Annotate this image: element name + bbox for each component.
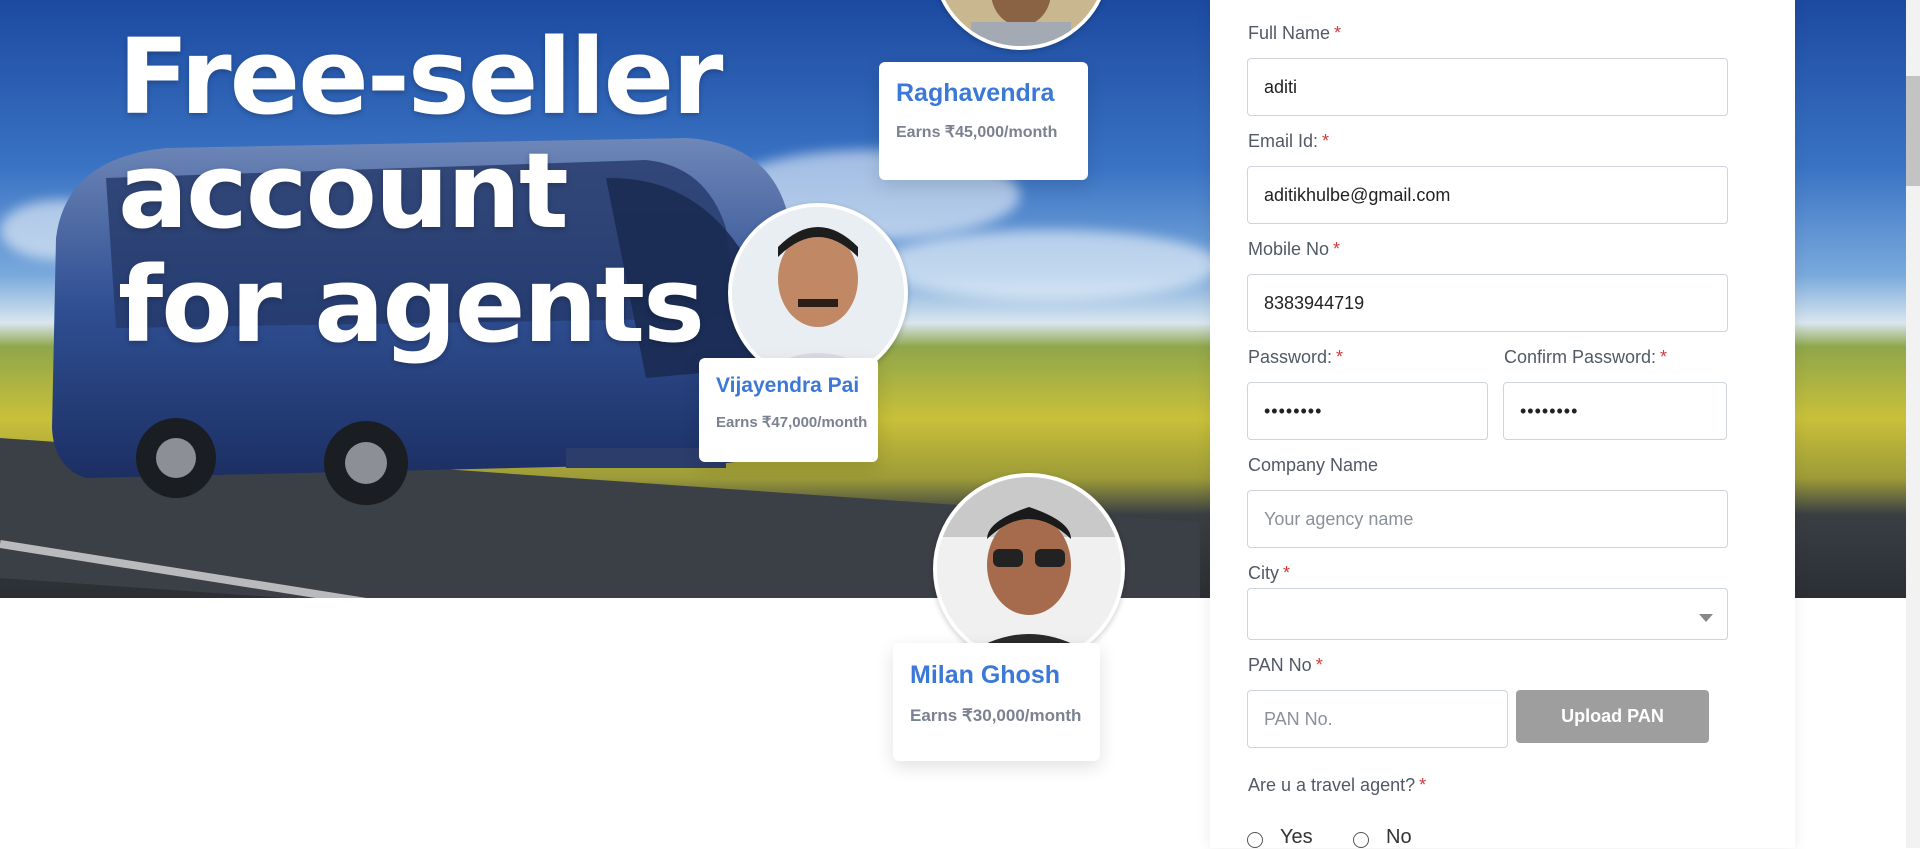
page-scrollbar[interactable] [1906,0,1920,848]
agent-name: Milan Ghosh [910,661,1060,689]
agent-card: Milan Ghosh Earns ₹30,000/month [893,643,1100,761]
travel-agent-yes-label[interactable]: Yes [1280,826,1313,849]
required-marker: * [1334,23,1342,43]
pan-label: PAN No * [1248,655,1323,675]
required-marker: * [1322,131,1330,151]
pan-input[interactable] [1247,690,1508,748]
required-marker: * [1660,347,1668,367]
mobile-input[interactable] [1247,274,1728,332]
company-name-label: Company Name [1248,455,1379,475]
agent-card: Vijayendra Pai Earns ₹47,000/month [699,358,878,462]
agent-earnings: Earns ₹45,000/month [896,124,1058,141]
person-photo [937,477,1121,661]
confirm-password-input[interactable]: •••••••• [1503,382,1727,440]
required-marker: * [1283,563,1291,583]
required-marker: * [1333,239,1341,259]
agent-name: Raghavendra [896,79,1055,107]
full-name-input[interactable] [1247,58,1728,116]
hero-title: Free-seller account for agents [118,16,723,366]
confirm-password-label: Confirm Password: * [1504,347,1668,367]
email-input[interactable] [1247,166,1728,224]
person-photo [732,207,904,379]
required-marker: * [1419,775,1427,795]
required-marker: * [1336,347,1344,367]
cloud [880,230,1220,300]
mobile-label: Mobile No * [1248,239,1341,259]
full-name-label: Full Name * [1248,23,1342,43]
city-label: City * [1248,563,1291,583]
agent-card: Raghavendra Earns ₹45,000/month [879,62,1088,180]
company-name-input[interactable] [1247,490,1728,548]
agent-earnings: Earns ₹30,000/month [910,706,1082,725]
travel-agent-no-label[interactable]: No [1386,826,1412,849]
upload-pan-button[interactable]: Upload PAN [1516,690,1709,743]
agent-earnings: Earns ₹47,000/month [716,414,868,431]
required-marker: * [1315,655,1323,675]
travel-agent-question: Are u a travel agent? * [1248,775,1427,795]
city-select[interactable] [1247,588,1728,640]
travel-agent-no-radio[interactable] [1353,832,1369,848]
travel-agent-yes-radio[interactable] [1247,832,1263,848]
scrollbar-thumb[interactable] [1906,76,1920,186]
agent-avatar [728,203,908,383]
agent-avatar [933,473,1125,665]
chevron-down-icon [1699,614,1713,622]
password-label: Password: * [1248,347,1344,367]
agent-name: Vijayendra Pai [716,374,860,397]
password-input[interactable]: •••••••• [1247,382,1488,440]
email-label: Email Id: * [1248,131,1330,151]
